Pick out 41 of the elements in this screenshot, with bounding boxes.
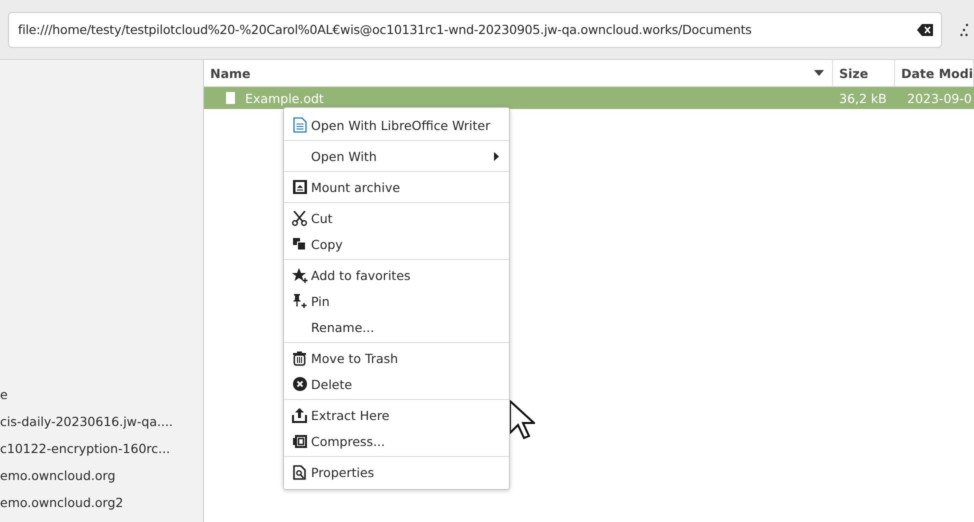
star-icon [292, 268, 308, 282]
sidebar-item[interactable]: emo.owncloud.org [0, 462, 204, 489]
menu-item[interactable]: Rename... [284, 314, 509, 340]
submenu-arrow-icon [494, 152, 499, 160]
column-header[interactable]: Date Modi [895, 60, 974, 86]
location-field[interactable]: file:///home/testy/testpilotcloud%20-%20Carol%0AL€wis@oc10131rc1-wnd-20230905.jw-qa.owncloud.works/Documents [8, 12, 942, 48]
trash-icon [292, 350, 307, 366]
menu-item[interactable]: Open With LibreOffice Writer [284, 112, 509, 138]
column-header[interactable]: Name [204, 60, 834, 86]
file-date: 2023-09-0 [906, 90, 972, 106]
menu-item[interactable]: Extract Here [284, 402, 509, 428]
extract-icon [292, 408, 307, 422]
sort-icon [814, 70, 824, 76]
sidebar-item[interactable]: c10122-encryption-160rc... [0, 435, 204, 462]
sidebar-item[interactable]: cis-daily-20230616.jw-qa.... [0, 408, 204, 435]
copy-icon [293, 238, 306, 250]
properties-icon [293, 464, 306, 480]
menu-item[interactable]: Copy [284, 231, 509, 257]
menu-item[interactable]: Delete [284, 371, 509, 397]
scissors-icon [292, 210, 307, 226]
column-header[interactable]: Size [833, 60, 896, 86]
menu-item[interactable]: Move to Trash [284, 345, 509, 371]
delete-icon [292, 377, 306, 391]
menu-item[interactable]: Open With [284, 143, 509, 169]
document-icon [226, 92, 236, 104]
menu-item[interactable]: Mount archive [284, 174, 509, 200]
archive-icon [292, 180, 306, 194]
document-icon [292, 117, 306, 133]
menu-item[interactable]: Pin [284, 288, 509, 314]
sidebar-item[interactable]: emo.owncloud.org2 [0, 489, 204, 516]
menu-item[interactable]: Cut [284, 205, 509, 231]
menu-item[interactable]: Properties [284, 459, 509, 485]
menu-item[interactable]: Add to favorites [284, 262, 509, 288]
file-size: 36,2 kB [838, 90, 888, 106]
path-bar-icon[interactable] [960, 22, 969, 36]
file-name: Example.odt [245, 90, 324, 106]
pin-icon [292, 294, 307, 308]
clear-icon[interactable] [917, 24, 933, 36]
menu-item[interactable]: Compress... [284, 428, 509, 454]
compress-icon [292, 434, 306, 448]
sidebar-item[interactable]: e [0, 381, 204, 408]
